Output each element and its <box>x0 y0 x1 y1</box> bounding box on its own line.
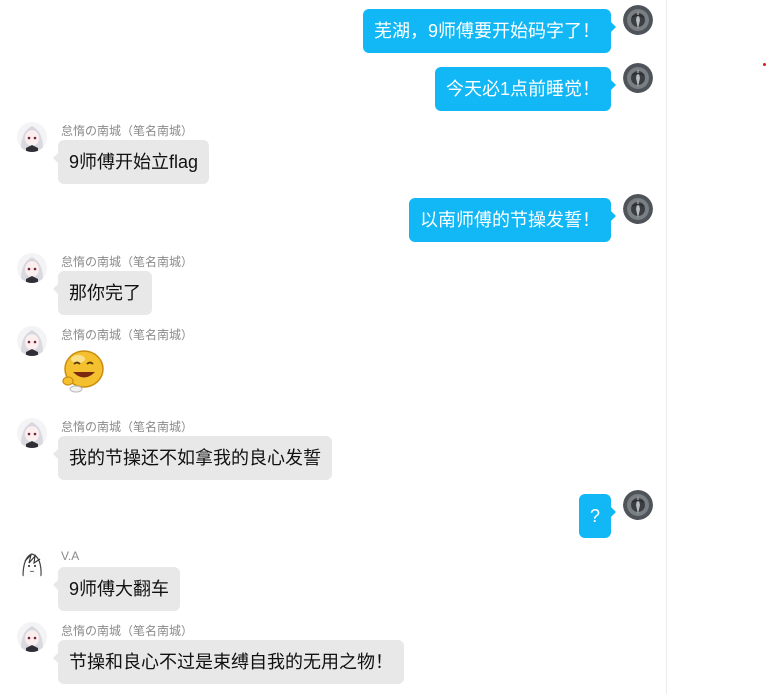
chat-message-list[interactable]: 芜湖，9师傅要开始码字了！ 今天必1点前睡觉！ 怠惰の南城（笔名南城） 9师傅开… <box>8 0 667 694</box>
sketch-avatar-icon[interactable] <box>17 549 47 579</box>
side-panel <box>667 0 767 694</box>
anime-girl-avatar-icon[interactable] <box>17 622 47 652</box>
sender-name[interactable]: 怠惰の南城（笔名南城） <box>61 326 193 343</box>
message-bubble[interactable]: ? <box>578 494 617 538</box>
yellow-smiley-sticker-icon[interactable] <box>58 345 108 395</box>
sender-name[interactable]: 怠惰の南城（笔名南城） <box>61 122 193 139</box>
message-bubble[interactable]: 那你完了 <box>53 271 152 315</box>
self-avatar-icon[interactable] <box>623 490 653 520</box>
anime-girl-avatar-icon[interactable] <box>17 326 47 356</box>
message-bubble[interactable]: 9师傅大翻车 <box>52 567 181 611</box>
message-bubble[interactable]: 我的节操还不如拿我的良心发誓 <box>53 436 332 480</box>
anime-girl-avatar-icon[interactable] <box>17 418 47 448</box>
message-bubble[interactable]: 以南师傅的节操发誓！ <box>409 198 616 242</box>
message-bubble[interactable]: 9师傅开始立flag <box>52 140 210 184</box>
self-avatar-icon[interactable] <box>623 63 653 93</box>
sender-name[interactable]: V.A <box>61 549 79 563</box>
sender-name[interactable]: 怠惰の南城（笔名南城） <box>61 253 193 270</box>
message-bubble[interactable]: 芜湖，9师傅要开始码字了！ <box>362 9 617 53</box>
anime-girl-avatar-icon[interactable] <box>17 253 47 283</box>
sender-name[interactable]: 怠惰の南城（笔名南城） <box>61 418 193 435</box>
message-bubble[interactable]: 节操和良心不过是束缚自我的无用之物！ <box>53 640 404 684</box>
unread-dot-icon <box>763 63 766 66</box>
sender-name[interactable]: 怠惰の南城（笔名南城） <box>61 622 193 639</box>
self-avatar-icon[interactable] <box>623 5 653 35</box>
message-bubble[interactable]: 今天必1点前睡觉！ <box>434 67 617 111</box>
self-avatar-icon[interactable] <box>623 194 653 224</box>
anime-girl-avatar-icon[interactable] <box>17 122 47 152</box>
